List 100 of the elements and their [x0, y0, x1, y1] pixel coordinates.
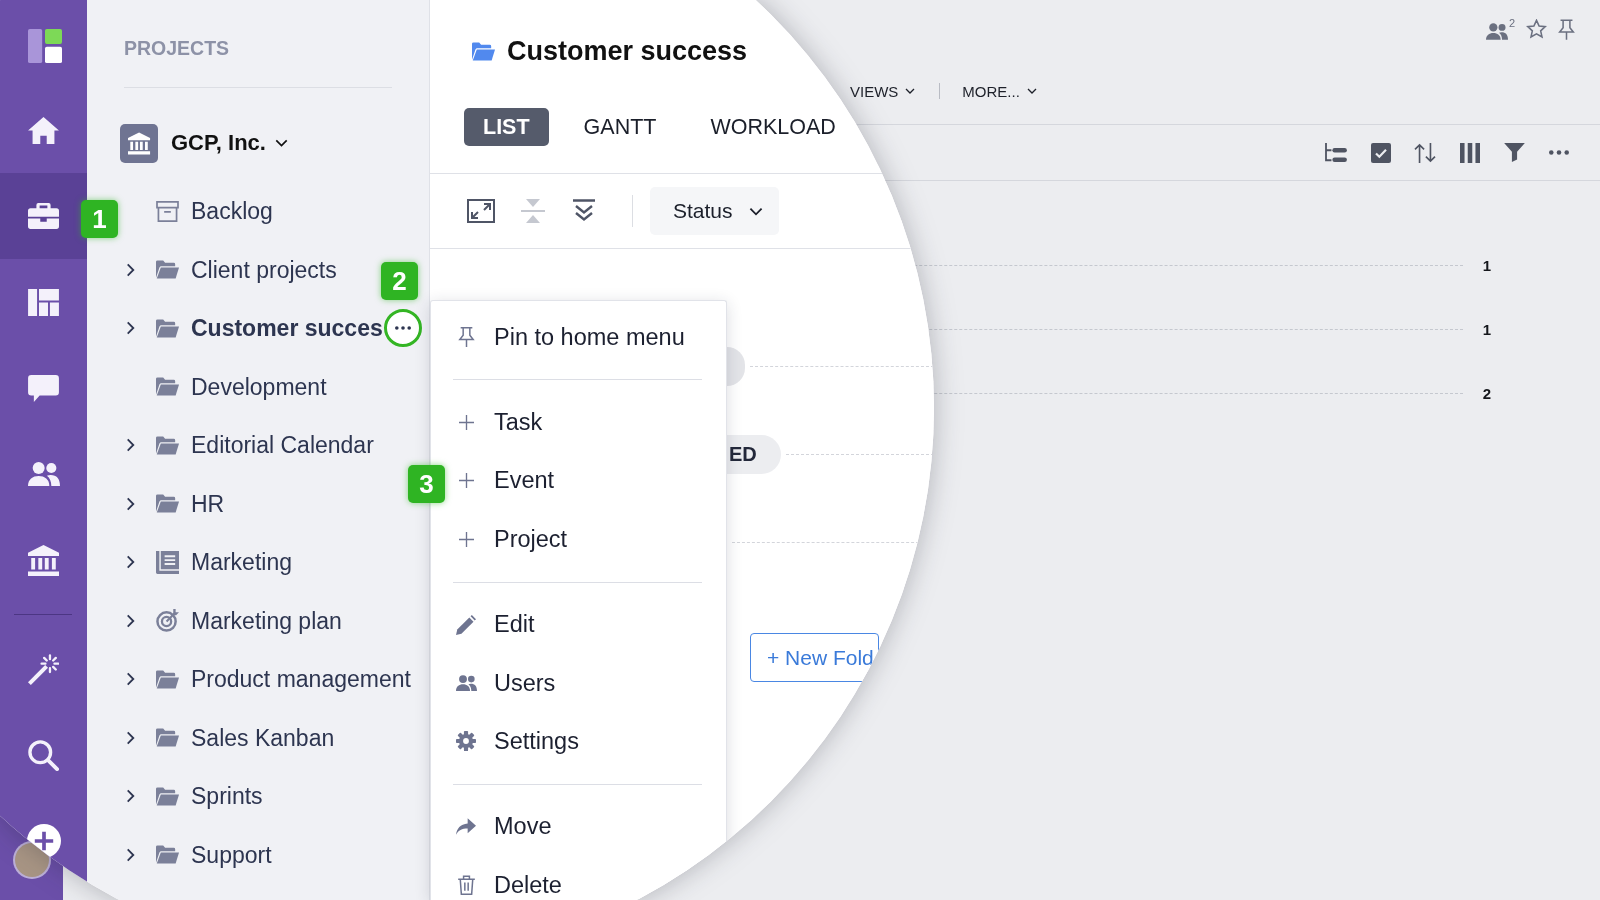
- plus-icon: [458, 473, 474, 489]
- project-name[interactable]: Editorial Calendar: [191, 431, 374, 459]
- project-name[interactable]: Product management: [191, 665, 411, 693]
- avatar[interactable]: [14, 843, 49, 877]
- chevron-right-icon[interactable]: [125, 672, 135, 686]
- chevron-right-icon[interactable]: [125, 847, 135, 862]
- nav-button[interactable]: [0, 173, 87, 259]
- menu-item[interactable]: Event: [447, 468, 726, 494]
- sort-icon[interactable]: [1414, 142, 1437, 163]
- menu-item[interactable]: Edit: [447, 612, 726, 638]
- expand-icon[interactable]: [467, 199, 495, 223]
- view-tab[interactable]: WORKLOAD: [691, 108, 855, 146]
- dashboard-icon: [28, 288, 59, 316]
- members-button[interactable]: 2: [1485, 18, 1515, 40]
- filter-icon[interactable]: [1503, 143, 1525, 162]
- menu-dropdown[interactable]: VIEWS: [850, 82, 916, 100]
- logo-icon[interactable]: [27, 28, 62, 63]
- double-chevron-icon[interactable]: [572, 199, 596, 223]
- document-icon: [155, 550, 179, 574]
- chevron-right-icon[interactable]: [125, 555, 135, 569]
- more-icon: [395, 326, 411, 330]
- menu-dropdown[interactable]: MORE...: [962, 82, 1037, 100]
- project-name[interactable]: Sales Kanban: [191, 723, 335, 752]
- project-name[interactable]: Support: [191, 840, 272, 869]
- search-icon: [28, 739, 59, 771]
- panel-title: PROJECTS: [124, 36, 230, 60]
- folder-icon: [155, 845, 179, 864]
- checkbox-icon[interactable]: [1370, 142, 1391, 163]
- gear-icon: [456, 731, 476, 752]
- users-icon: [27, 462, 60, 486]
- view-tab[interactable]: GANTT: [564, 108, 676, 146]
- row-count: 1: [1481, 320, 1493, 338]
- pencil-icon: [456, 614, 476, 635]
- group-label: ED: [727, 434, 781, 474]
- project-name[interactable]: Customer succes: [191, 314, 383, 342]
- columns-icon[interactable]: [1459, 142, 1480, 163]
- step-number: 2: [381, 262, 418, 300]
- bank-icon: [120, 124, 158, 163]
- archive-icon: [155, 200, 179, 222]
- page-title: Customer success: [507, 35, 748, 68]
- project-name[interactable]: HR: [191, 489, 225, 518]
- star-icon[interactable]: [1526, 19, 1547, 39]
- plus-icon: [458, 531, 474, 547]
- curved-arrow-icon: [456, 818, 476, 836]
- users-icon: [455, 675, 477, 692]
- folder-icon: [155, 669, 179, 689]
- folder-icon: [155, 728, 179, 747]
- folder-icon: [155, 377, 179, 396]
- step-number: 3: [408, 464, 445, 503]
- trash-icon: [457, 875, 475, 896]
- briefcase-icon: [28, 203, 59, 229]
- menu-item[interactable]: Task: [447, 410, 726, 436]
- chevron-right-icon[interactable]: [125, 613, 135, 628]
- folder-icon: [155, 435, 179, 455]
- project-name[interactable]: Marketing plan: [191, 606, 342, 635]
- folder-icon: [155, 260, 179, 279]
- chevron-down-icon: [1026, 88, 1037, 94]
- row-count: 2: [1481, 384, 1493, 402]
- project-name[interactable]: Backlog: [191, 197, 273, 225]
- users-icon: [1485, 23, 1508, 40]
- menu-item[interactable]: Move: [447, 814, 726, 840]
- project-name[interactable]: Client projects: [191, 255, 337, 284]
- menu-item[interactable]: Settings: [447, 728, 726, 754]
- chevron-right-icon[interactable]: [125, 262, 135, 277]
- chevron-right-icon[interactable]: [125, 438, 135, 452]
- folder-icon: [155, 318, 179, 338]
- folder-icon: [472, 41, 495, 61]
- account-dropdown[interactable]: GCP, Inc.: [171, 130, 288, 157]
- more-button[interactable]: [384, 309, 422, 347]
- pin-icon[interactable]: [1558, 18, 1575, 40]
- group-by-dropdown[interactable]: Status: [650, 187, 779, 235]
- project-name[interactable]: Development: [191, 372, 327, 401]
- menu-item[interactable]: Delete: [447, 872, 726, 898]
- home-icon: [28, 116, 59, 144]
- chevron-right-icon[interactable]: [125, 321, 135, 335]
- menu-item[interactable]: Project: [447, 526, 726, 552]
- chevron-right-icon[interactable]: [125, 496, 135, 511]
- chevron-down-icon: [905, 88, 916, 94]
- wand-icon: [28, 653, 59, 685]
- plus-icon: [458, 415, 474, 431]
- folder-icon: [155, 786, 179, 806]
- pin-icon: [457, 327, 475, 348]
- chevron-right-icon[interactable]: [125, 730, 135, 745]
- chat-icon: [28, 374, 59, 402]
- view-tab[interactable]: LIST: [464, 108, 549, 146]
- project-name[interactable]: Sprints: [191, 782, 263, 810]
- chevron-down-icon: [748, 206, 763, 216]
- target-icon: [155, 609, 179, 632]
- more-icon[interactable]: [1549, 150, 1569, 155]
- row-count: 1: [1481, 256, 1493, 274]
- new-folder-button[interactable]: + New Fold: [750, 633, 879, 682]
- folder-icon: [155, 494, 179, 513]
- step-number: 1: [81, 200, 118, 238]
- chevron-down-icon: [274, 139, 288, 148]
- bank-icon: [28, 544, 59, 576]
- tree-icon[interactable]: [1325, 142, 1348, 163]
- menu-item[interactable]: Users: [447, 670, 726, 696]
- project-name[interactable]: Marketing: [191, 548, 292, 576]
- chevron-right-icon[interactable]: [125, 789, 135, 803]
- menu-item[interactable]: Pin to home menu: [447, 324, 726, 350]
